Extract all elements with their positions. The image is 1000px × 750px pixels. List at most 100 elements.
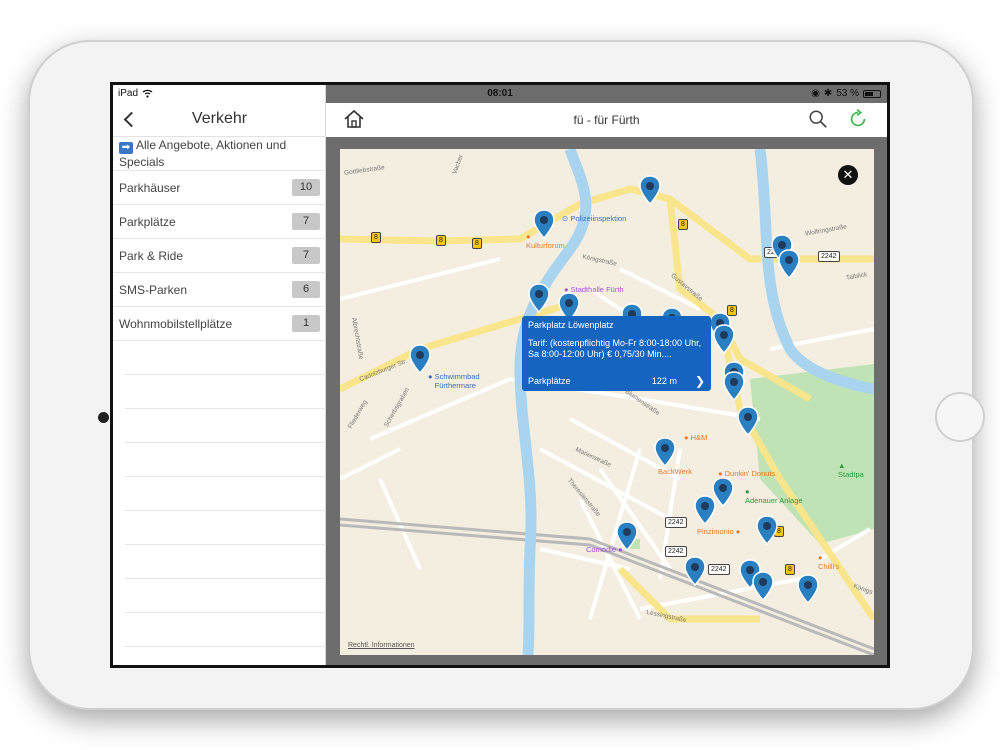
- poi-label: Comödie: [586, 545, 617, 554]
- map-pin-icon[interactable]: [533, 209, 555, 239]
- road-badge: 8: [371, 232, 381, 243]
- road-badge: 8: [472, 238, 482, 249]
- road-badge: 2242: [665, 517, 687, 528]
- empty-row: [125, 443, 326, 477]
- poi-label: Adenauer Anlage: [745, 496, 803, 505]
- poi-label: Chilli's: [818, 562, 840, 571]
- home-hardware-button[interactable]: [935, 392, 985, 442]
- map-view[interactable]: ✕ 8 8 8 8 8 8 8 2242 2242 2242 2242 2242…: [340, 149, 874, 655]
- map-pin-icon[interactable]: [409, 344, 431, 374]
- legal-info-link[interactable]: Rechtl. Informationen: [348, 642, 415, 649]
- list-item-specials[interactable]: ➡ Alle Angebote, Aktionen und Specials: [113, 137, 326, 171]
- empty-row: [125, 511, 326, 545]
- map-pin-icon[interactable]: [723, 371, 745, 401]
- list-item-parkplaetze[interactable]: Parkplätze 7: [113, 205, 326, 239]
- status-right: ◉ ✱ 53 %: [811, 88, 881, 99]
- empty-row: [125, 375, 326, 409]
- refresh-icon[interactable]: [847, 108, 869, 130]
- map-pin-icon[interactable]: [756, 515, 778, 545]
- map-pin-icon[interactable]: [737, 406, 759, 436]
- poi-backwerk: BackWerk: [658, 467, 692, 476]
- list-item-label: Parkhäuser: [119, 180, 181, 195]
- empty-row: [125, 545, 326, 579]
- map-pin-icon[interactable]: [684, 556, 706, 586]
- battery-icon: [863, 89, 881, 98]
- map-pin-icon[interactable]: [694, 495, 716, 525]
- right-arrow-icon: ➡: [119, 142, 133, 154]
- police-icon: ⊙: [562, 214, 569, 223]
- sidebar-header: Verkehr: [113, 103, 326, 137]
- list-item-label: SMS-Parken: [119, 282, 188, 297]
- park-icon: ▲: [838, 461, 846, 470]
- main-panel: fü - für Fürth ✕ 8 8 8 8 8 8 8 2242 2242…: [326, 85, 887, 665]
- poi-pinzimonio: Pinzimonio ●: [697, 527, 740, 536]
- list-item-wohnmobil[interactable]: Wohnmobilstellplätze 1: [113, 307, 326, 341]
- chevron-right-icon: ❯: [694, 374, 705, 388]
- poi-polizei: ⊙ Polizeiinspektion: [562, 214, 626, 223]
- restaurant-icon: ●: [818, 553, 823, 562]
- status-time: 08:01: [487, 88, 513, 99]
- status-bar: iPad 08:01 ◉ ✱ 53 %: [113, 85, 887, 103]
- poi-label: Kulturforum: [526, 241, 565, 250]
- empty-row: [125, 477, 326, 511]
- poi-chillis: ● Chilli's: [818, 553, 839, 571]
- restaurant-icon: ●: [735, 527, 741, 536]
- count-badge: 6: [292, 281, 320, 298]
- road-badge: 8: [436, 235, 446, 246]
- empty-row: [125, 409, 326, 443]
- empty-row: [125, 613, 326, 647]
- battery-percent: 53 %: [836, 88, 859, 99]
- poi-label: Pinzimonio: [697, 527, 734, 536]
- poi-label: Polizeiinspektion: [570, 214, 627, 223]
- parking-info-popup[interactable]: Parkplatz Löwenplatz Tarif: (kostenpflic…: [522, 316, 711, 391]
- specials-label: Alle Angebote, Aktionen und Specials: [119, 138, 287, 169]
- map-pin-icon[interactable]: [778, 249, 800, 279]
- popup-details-link[interactable]: Parkplätze 122 m ❯: [528, 374, 705, 388]
- count-badge: 1: [292, 315, 320, 332]
- list-item-park-ride[interactable]: Park & Ride 7: [113, 239, 326, 273]
- count-badge: 7: [292, 247, 320, 264]
- map-pin-icon[interactable]: [713, 324, 735, 354]
- list-item-parkhaeuser[interactable]: Parkhäuser 10: [113, 171, 326, 205]
- front-camera: [98, 412, 109, 423]
- map-pin-icon[interactable]: [616, 521, 638, 551]
- popup-distance: 122 m: [651, 376, 677, 386]
- sidebar: Verkehr ➡ Alle Angebote, Aktionen und Spe…: [113, 85, 326, 665]
- list-item-label: Wohnmobilstellplätze: [119, 316, 233, 331]
- count-badge: 7: [292, 213, 320, 230]
- list-item-label: Parkplätze: [119, 214, 176, 229]
- road-badge: 2242: [818, 251, 840, 262]
- map-background: [340, 149, 874, 655]
- shop-icon: ●: [684, 433, 689, 442]
- poi-adenauer: ● Adenauer Anlage: [745, 487, 803, 505]
- map-pin-icon[interactable]: [639, 175, 661, 205]
- bluetooth-icon: ✱: [823, 88, 833, 99]
- poi-label: H&M: [690, 433, 708, 442]
- map-pin-icon[interactable]: [528, 283, 550, 313]
- empty-row: [125, 341, 326, 375]
- popup-category: Parkplätze: [528, 376, 571, 386]
- main-header: fü - für Fürth: [326, 103, 887, 137]
- road-badge: 8: [785, 564, 795, 575]
- poi-hm: ● H&M: [684, 433, 707, 442]
- popup-title: Parkplatz Löwenplatz: [528, 320, 614, 330]
- list-item-sms-parken[interactable]: SMS-Parken 6: [113, 273, 326, 307]
- popup-description: Tarif: (kostenpflichtig Mo-Fr 8:00-18:00…: [528, 338, 702, 359]
- road-badge: 8: [678, 219, 688, 230]
- sidebar-title: Verkehr: [191, 110, 248, 127]
- map-pin-icon[interactable]: [797, 574, 819, 604]
- poi-label: Stadtpa: [838, 470, 864, 479]
- search-icon[interactable]: [807, 108, 829, 130]
- poi-label: BackWerk: [658, 467, 693, 476]
- map-pin-icon[interactable]: [752, 571, 774, 601]
- category-list: ➡ Alle Angebote, Aktionen und Specials Pa…: [113, 137, 326, 647]
- park-icon: ●: [745, 487, 750, 496]
- list-item-label: Park & Ride: [119, 248, 184, 263]
- road-badge: 2242: [708, 564, 730, 575]
- empty-row: [125, 579, 326, 613]
- poi-stadtpark: ▲ Stadtpa: [838, 461, 864, 479]
- theatre-icon: ●: [526, 232, 531, 241]
- close-map-icon[interactable]: ✕: [838, 165, 858, 185]
- orientation-lock-icon: ◉: [811, 88, 820, 99]
- map-pin-icon[interactable]: [654, 437, 676, 467]
